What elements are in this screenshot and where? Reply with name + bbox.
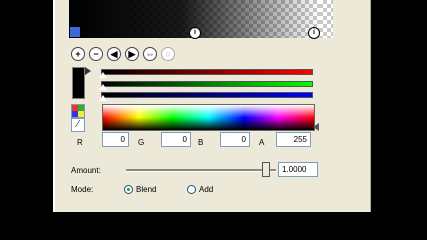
b-value-field[interactable]: 0 bbox=[220, 132, 250, 147]
r-label: R bbox=[77, 138, 83, 147]
mode-label: Mode: bbox=[71, 185, 94, 194]
blue-slider-handle[interactable] bbox=[98, 95, 108, 102]
a-value-field[interactable]: 255 bbox=[276, 132, 311, 147]
red-slider-handle[interactable] bbox=[98, 72, 108, 79]
amount-slider-thumb[interactable] bbox=[261, 162, 270, 177]
g-label: G bbox=[138, 138, 145, 147]
color-editor-panel: i i + − ◀ ▶ ⇔ ○ ⁄ R 0 G 0 B 0 A 255 Amou… bbox=[53, 0, 371, 212]
red-channel-bar[interactable] bbox=[101, 69, 313, 75]
spectrum-pointer-icon bbox=[313, 123, 319, 131]
gradient-stop-handle[interactable]: i bbox=[189, 27, 201, 39]
a-label: A bbox=[259, 138, 265, 147]
move-left-icon[interactable]: ◀ bbox=[107, 47, 121, 61]
amount-slider-track[interactable] bbox=[126, 169, 276, 172]
blend-radio[interactable] bbox=[124, 185, 133, 194]
move-right-icon[interactable]: ▶ bbox=[125, 47, 139, 61]
panel-right-edge bbox=[370, 0, 371, 212]
swatch-pointer-icon bbox=[85, 67, 91, 75]
b-label: B bbox=[198, 138, 204, 147]
add-icon[interactable]: + bbox=[71, 47, 85, 61]
green-slider-handle[interactable] bbox=[98, 84, 108, 91]
stop-toolbar: + − ◀ ▶ ⇔ ○ bbox=[71, 47, 175, 61]
eyedropper-icon[interactable]: ⁄ bbox=[71, 118, 85, 132]
color-spectrum-picker[interactable] bbox=[102, 104, 315, 131]
remove-icon[interactable]: − bbox=[89, 47, 103, 61]
r-value-field[interactable]: 0 bbox=[102, 132, 129, 147]
add-radio[interactable] bbox=[187, 185, 196, 194]
strip-left-marker[interactable] bbox=[70, 27, 80, 37]
gradient-strip-tail bbox=[319, 0, 333, 38]
panel-edge bbox=[53, 0, 55, 212]
g-value-field[interactable]: 0 bbox=[161, 132, 191, 147]
palette-icon[interactable] bbox=[71, 104, 85, 118]
disabled-icon: ○ bbox=[161, 47, 175, 61]
current-color-swatch[interactable] bbox=[72, 67, 85, 99]
add-radio-label[interactable]: Add bbox=[199, 185, 213, 194]
amount-value-field[interactable]: 1.0000 bbox=[278, 162, 318, 177]
duplicate-icon[interactable]: ⇔ bbox=[143, 47, 157, 61]
amount-label: Amount: bbox=[71, 166, 101, 175]
green-channel-bar[interactable] bbox=[101, 81, 313, 87]
blue-channel-bar[interactable] bbox=[101, 92, 313, 98]
gradient-end-handle[interactable]: i bbox=[308, 27, 320, 39]
blend-radio-label[interactable]: Blend bbox=[136, 185, 156, 194]
